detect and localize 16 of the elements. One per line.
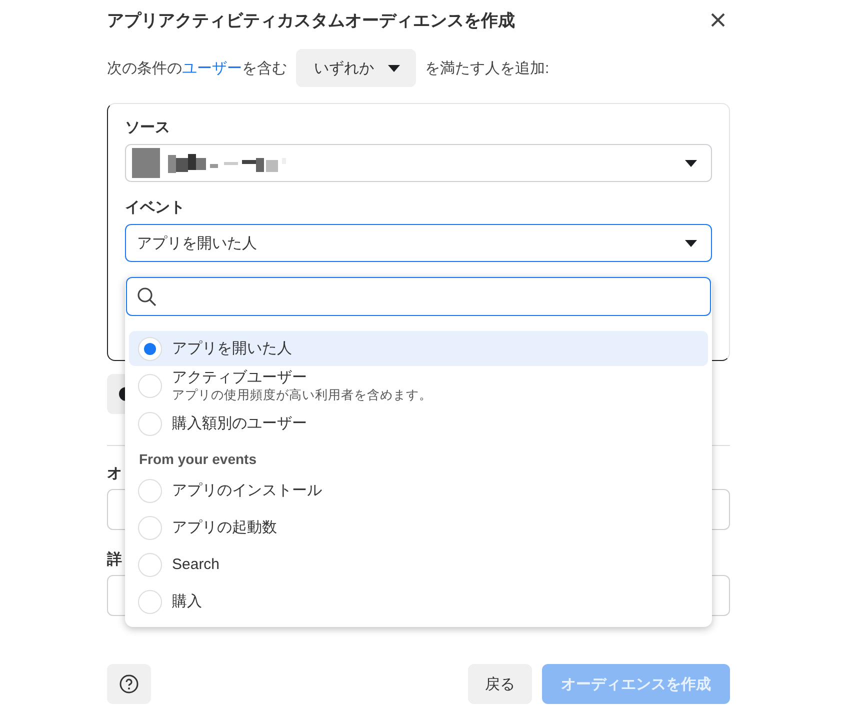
field-label: 詳 bbox=[107, 550, 122, 569]
condition-suffix: を満たす人を追加: bbox=[425, 58, 550, 78]
condition-text: 次の条件のユーザーを含む bbox=[107, 58, 287, 78]
option-label: Search bbox=[172, 556, 220, 573]
section-header: From your events bbox=[138, 450, 258, 469]
option-label: アプリの起動数 bbox=[172, 518, 277, 537]
option-label: アクティブユーザー bbox=[172, 368, 308, 387]
option-label: アプリのインストール bbox=[172, 481, 322, 500]
option-description: アプリの使用頻度が高い利用者を含めます。 bbox=[172, 387, 432, 404]
option-label: アプリを開いた人 bbox=[172, 339, 292, 358]
field-label: オ bbox=[107, 464, 122, 483]
field-label: イベント bbox=[125, 198, 186, 217]
field-label: ソース bbox=[125, 118, 171, 137]
dialog-title: アプリアクティビティカスタムオーディエンスを作成 bbox=[107, 10, 515, 32]
option-label: 購入額別のユーザー bbox=[172, 414, 307, 433]
option-label: 購入 bbox=[172, 592, 202, 611]
